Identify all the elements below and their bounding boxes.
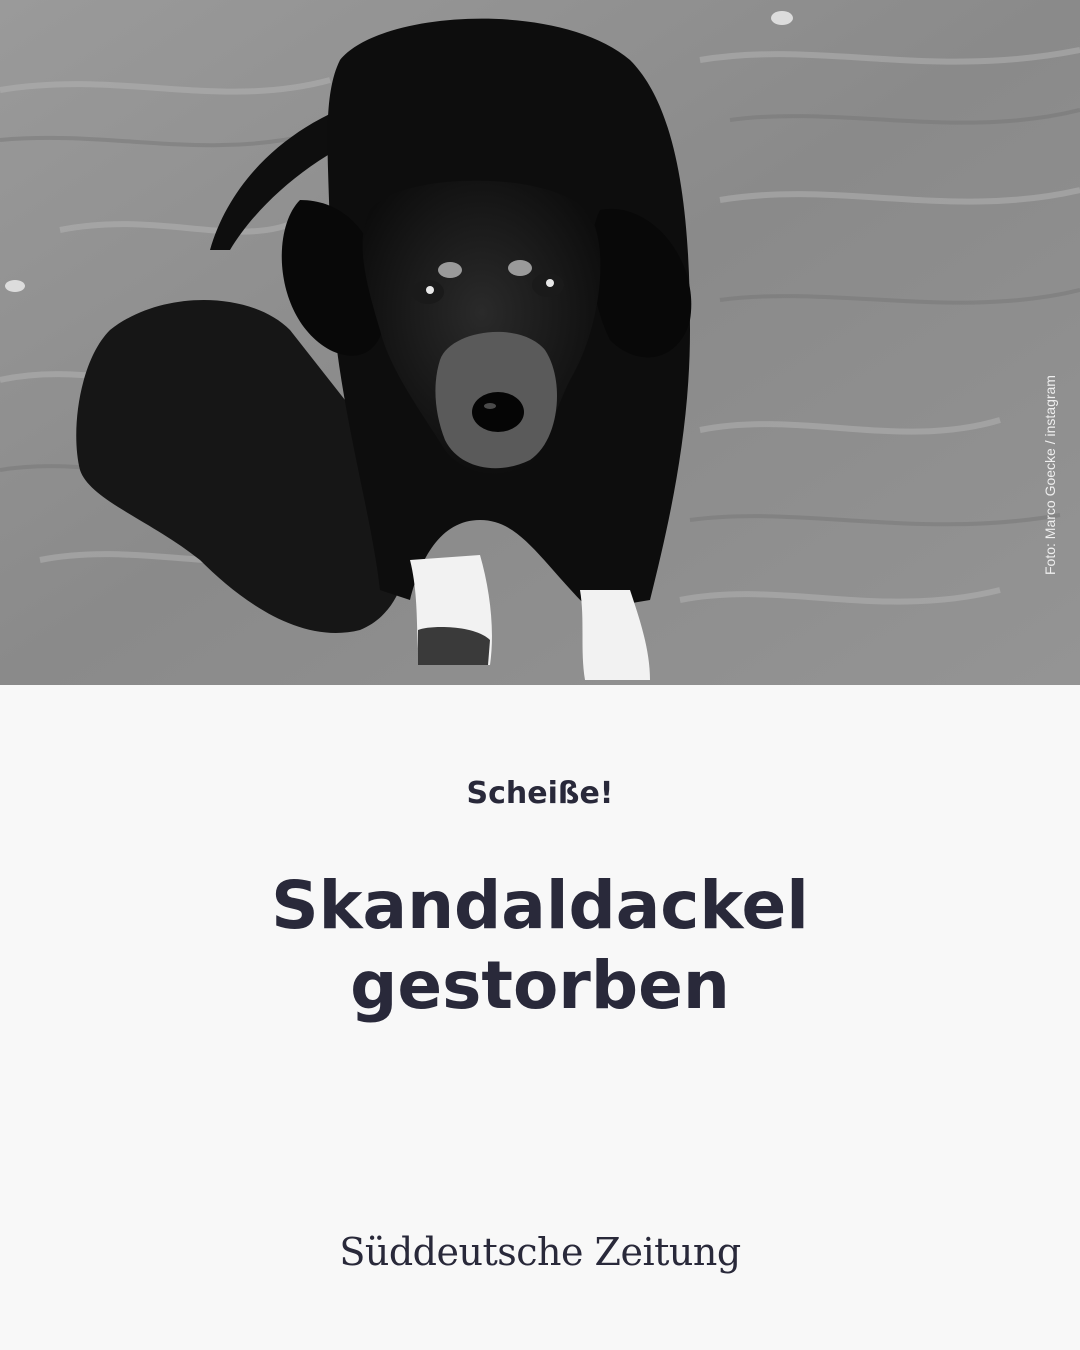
post-card: Foto: Marco Goecke / instagram Scheiße! … [0,0,1080,1350]
article-headline: Skandaldackel gestorben [271,867,809,1024]
dog-photo: Foto: Marco Goecke / instagram [0,0,1080,685]
photo-credit: Foto: Marco Goecke / instagram [1042,375,1058,575]
dog-photo-illustration [0,0,1080,685]
article-kicker: Scheiße! [466,776,614,811]
sueddeutsche-zeitung-logo: Süddeutsche Zeitung [339,1230,741,1274]
